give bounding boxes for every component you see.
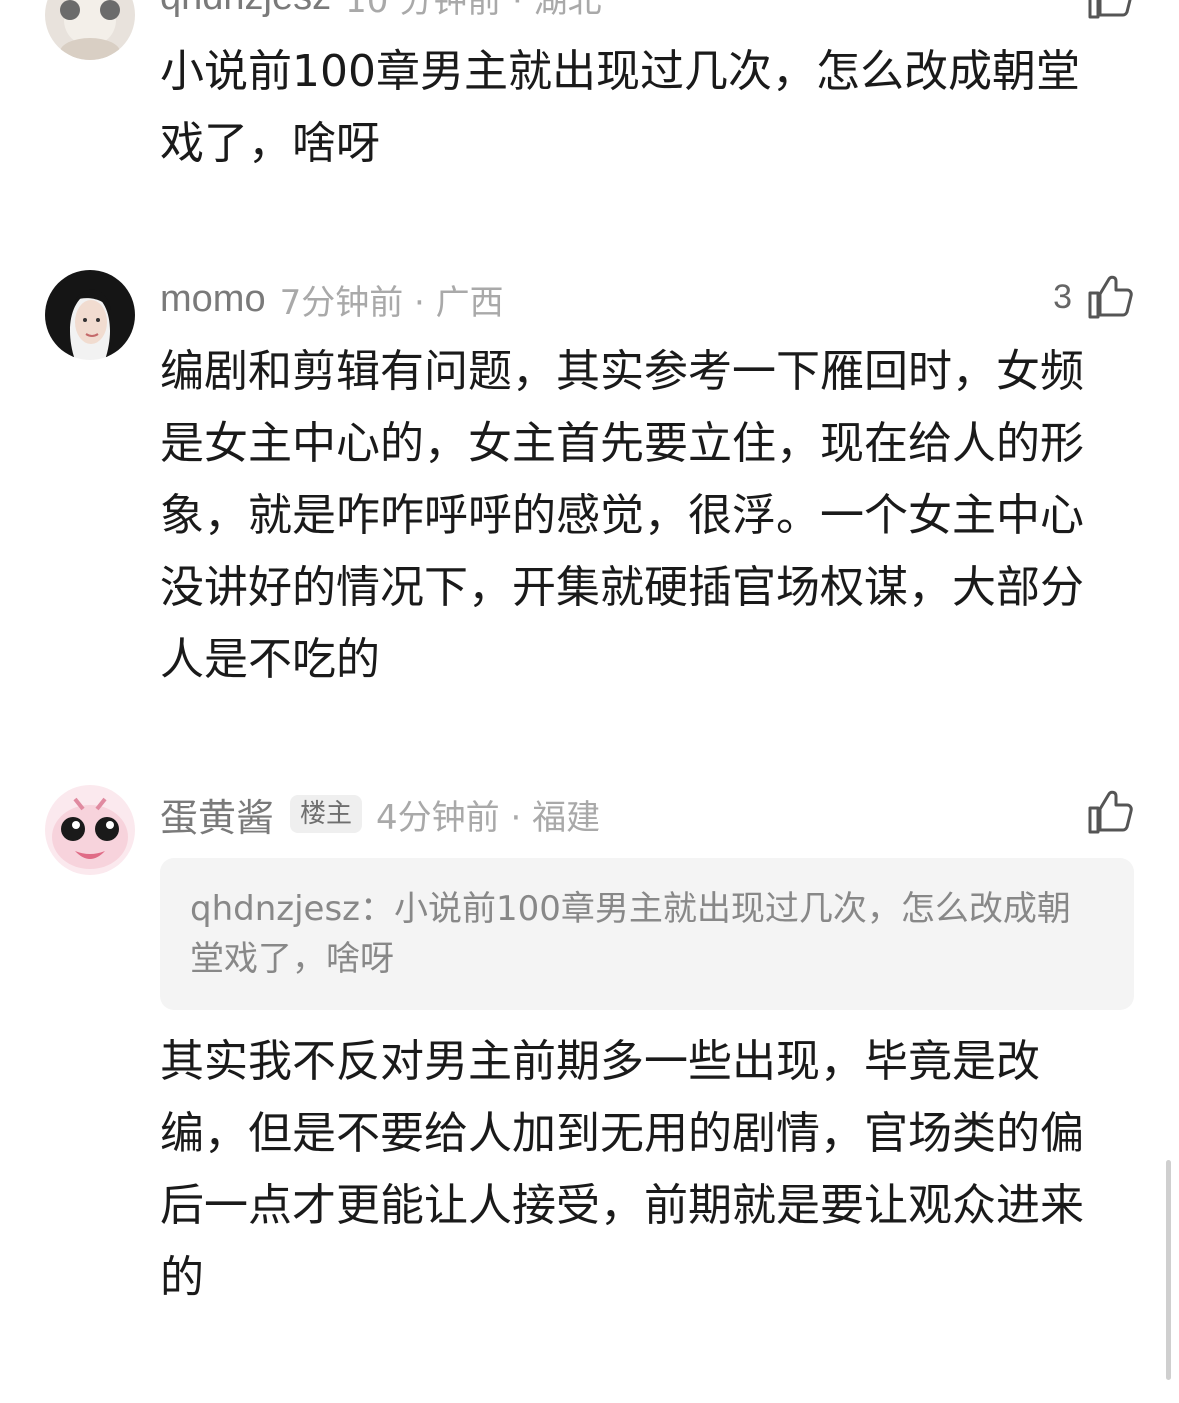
op-badge: 楼主 — [290, 795, 363, 833]
commenter-name[interactable]: qhdnzjesz — [160, 0, 331, 19]
avatar[interactable] — [45, 785, 135, 875]
comment-text: 其实我不反对男主前期多一些出现，毕竟是改编，但是不要给人加到无用的剧情，官场类的… — [160, 1036, 1084, 1303]
commenter-name[interactable]: momo — [160, 278, 266, 321]
quote-text: qhdnzjesz：小说前100章男主就出现过几次，怎么改成朝堂戏了，啥呀 — [190, 889, 1071, 979]
comment-meta: 蛋黄酱 楼主 4分钟前 · 福建 — [160, 787, 601, 842]
time-location: 7分钟前 · 广西 — [279, 282, 504, 323]
thumbs-up-icon — [1088, 275, 1133, 319]
comment-text: 编剧和剪辑有问题，其实参考一下雁回时，女频是女主中心的，女主首先要立住，现在给人… — [160, 346, 1084, 685]
thumbs-up-icon — [1088, 790, 1133, 834]
avatar[interactable] — [45, 0, 135, 60]
like-count: 3 — [1053, 277, 1072, 316]
comment-meta: qhdnzjesz 10 分钟前 · 湖北 — [160, 0, 602, 22]
quoted-reply[interactable]: qhdnzjesz：小说前100章男主就出现过几次，怎么改成朝堂戏了，啥呀 — [160, 858, 1134, 1010]
like-button[interactable] — [1084, 787, 1134, 837]
comment-text: 小说前100章男主就出现过几次，怎么改成朝堂戏了，啥呀 — [160, 46, 1080, 169]
scrollbar[interactable] — [1166, 1160, 1171, 1380]
avatar[interactable] — [45, 270, 135, 360]
like-button[interactable] — [1084, 0, 1134, 22]
commenter-name[interactable]: 蛋黄酱 — [160, 787, 274, 842]
time-location: 4分钟前 · 福建 — [376, 797, 601, 838]
thumbs-up-icon — [1088, 0, 1132, 19]
like-button[interactable]: 3 — [1053, 272, 1134, 322]
time-location: 10 分钟前 · 湖北 — [345, 0, 602, 21]
comment-meta: momo 7分钟前 · 广西 — [160, 274, 504, 324]
